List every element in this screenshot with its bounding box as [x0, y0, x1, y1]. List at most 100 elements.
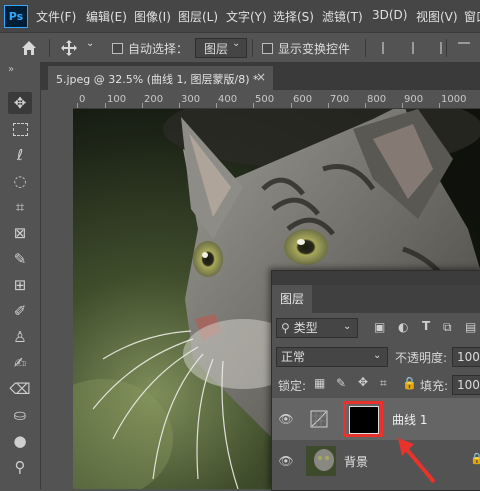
align-right-icon[interactable]: [428, 42, 442, 54]
align-center-icon[interactable]: [406, 42, 414, 54]
ruler-label: 0: [79, 94, 86, 105]
layers-panel-header[interactable]: [272, 271, 480, 285]
horizontal-ruler: 0 100 200 300 400 500 600 700 800 900 10…: [57, 92, 480, 109]
ruler-label: 900: [404, 94, 424, 105]
type-filter-icon[interactable]: T: [422, 319, 430, 333]
close-icon[interactable]: ×: [256, 70, 266, 84]
chevron-down-icon: ⌄: [343, 321, 352, 332]
blur-tool-icon[interactable]: ●: [8, 430, 32, 452]
history-brush-tool-icon[interactable]: ✍: [8, 352, 32, 374]
options-bar: ⌄ 自动选择： 图层 ⌄ 显示变换控件: [0, 32, 480, 64]
ruler-label: 300: [181, 94, 201, 105]
chevron-down-icon[interactable]: ⌄: [86, 38, 94, 49]
opacity-input[interactable]: 100%: [452, 347, 480, 367]
mask-highlight-box: [343, 401, 383, 437]
marquee-tool-icon[interactable]: [8, 118, 32, 140]
lock-icon: 🔒: [470, 452, 480, 465]
menu-edit[interactable]: 编辑(E): [86, 8, 127, 25]
chevron-down-icon: ⌄: [373, 350, 382, 361]
fill-input[interactable]: 100%: [452, 375, 480, 395]
auto-select-label: 自动选择：: [128, 42, 189, 56]
lock-all-icon[interactable]: 🔒: [402, 376, 417, 390]
align-top-icon[interactable]: [458, 42, 470, 54]
layer-select-dropdown[interactable]: 图层 ⌄: [195, 38, 247, 58]
lasso-tool-icon[interactable]: ℓ: [8, 144, 32, 166]
search-icon: ⚲: [281, 321, 294, 335]
layer-select-value: 图层: [204, 42, 229, 56]
ruler-label: 200: [144, 94, 164, 105]
collapse-panel-icon[interactable]: »: [8, 64, 14, 75]
paint-bucket-tool-icon[interactable]: ⛀: [8, 404, 32, 426]
move-tool-icon[interactable]: ✥: [8, 92, 32, 114]
crop-tool-icon[interactable]: ⌗: [8, 196, 32, 218]
opacity-label: 不透明度:: [395, 351, 448, 365]
ruler-label: 700: [330, 94, 350, 105]
menu-filter[interactable]: 滤镜(T): [322, 8, 363, 25]
adjustment-filter-icon[interactable]: ◐: [398, 320, 408, 334]
menu-view[interactable]: 视图(V): [416, 8, 458, 25]
layer-thumbnail: [306, 446, 336, 476]
menu-bar: Ps 文件(F) 编辑(E) 图像(I) 图层(L) 文字(Y) 选择(S) 滤…: [0, 0, 480, 32]
show-transform-checkbox[interactable]: [262, 43, 273, 54]
layers-panel: 图层 ⚲ 类型 ⌄ ▣ ◐ T ⧉ ▤ 正常 ⌄ 不透明度: 100% 锁定: …: [271, 270, 480, 491]
layer-name[interactable]: 曲线 1: [392, 411, 427, 428]
align-left-icon[interactable]: [382, 42, 396, 54]
document-tab[interactable]: 5.jpeg @ 32.5% (曲线 1, 图层蒙版/8) * ×: [48, 66, 273, 90]
layer-mask-thumbnail[interactable]: [349, 406, 379, 434]
ruler-label: 800: [367, 94, 387, 105]
healing-brush-tool-icon[interactable]: ⊞: [8, 274, 32, 296]
lock-transparent-icon[interactable]: ▦: [314, 376, 325, 390]
curves-adjustment-icon: [310, 410, 328, 428]
tools-panel: » ✥ ℓ ◌ ⌗ ⊠ ✎ ⊞ ✐ ♙ ✍ ⌫ ⛀ ● ⚲: [0, 62, 41, 489]
lock-artboard-icon[interactable]: ⌗: [380, 376, 387, 391]
menu-type[interactable]: 文字(Y): [226, 8, 267, 25]
layer-row-background[interactable]: 👁 背景 🔒: [272, 443, 480, 479]
move-tool-icon[interactable]: [60, 39, 78, 57]
layer-filter-dropdown[interactable]: ⚲ 类型 ⌄: [276, 318, 358, 338]
visibility-eye-icon[interactable]: 👁: [278, 453, 294, 469]
layer-row-curves-1[interactable]: 👁 曲线 1: [272, 398, 480, 440]
divider: [49, 39, 50, 57]
visibility-eye-icon[interactable]: 👁: [278, 411, 294, 427]
lock-label: 锁定:: [278, 379, 307, 393]
lock-image-icon[interactable]: ✎: [336, 376, 346, 390]
tab-layers[interactable]: 图层: [272, 285, 312, 313]
smart-object-filter-icon[interactable]: ▤: [465, 320, 476, 334]
menu-window[interactable]: 窗口: [464, 8, 480, 25]
divider: [252, 39, 253, 57]
brush-tool-icon[interactable]: ✐: [8, 300, 32, 322]
eyedropper-tool-icon[interactable]: ✎: [8, 248, 32, 270]
divider: [446, 39, 447, 57]
dodge-tool-icon[interactable]: ⚲: [8, 456, 32, 478]
ruler-label: 100: [107, 94, 127, 105]
ruler-label: 600: [293, 94, 313, 105]
eraser-tool-icon[interactable]: ⌫: [8, 378, 32, 400]
shape-filter-icon[interactable]: ⧉: [443, 320, 452, 335]
ruler-label: 400: [218, 94, 238, 105]
chevron-down-icon: ⌄: [232, 38, 241, 49]
lock-position-icon[interactable]: ✥: [358, 375, 368, 389]
blend-mode-value: 正常: [281, 350, 306, 364]
ruler-label: 500: [255, 94, 275, 105]
quick-selection-tool-icon[interactable]: ◌: [8, 170, 32, 192]
show-transform-label: 显示变换控件: [278, 42, 351, 56]
blend-mode-dropdown[interactable]: 正常 ⌄: [276, 347, 388, 367]
clone-stamp-tool-icon[interactable]: ♙: [8, 326, 32, 348]
layers-panel-tab-row: 图层: [272, 285, 480, 313]
vertical-ruler: [57, 108, 74, 489]
menu-3d[interactable]: 3D(D): [372, 8, 407, 22]
pixel-filter-icon[interactable]: ▣: [374, 320, 385, 334]
ruler-label: 1000: [441, 94, 467, 105]
home-icon[interactable]: [20, 39, 38, 57]
layer-name[interactable]: 背景: [344, 453, 368, 470]
menu-file[interactable]: 文件(F): [36, 8, 76, 25]
divider: [365, 39, 366, 57]
auto-select-checkbox[interactable]: [112, 43, 123, 54]
fill-label: 填充:: [420, 379, 449, 393]
layer-filter-value: 类型: [293, 321, 318, 335]
frame-tool-icon[interactable]: ⊠: [8, 222, 32, 244]
menu-layer[interactable]: 图层(L): [178, 8, 218, 25]
menu-image[interactable]: 图像(I): [134, 8, 171, 25]
document-tab-title: 5.jpeg @ 32.5% (曲线 1, 图层蒙版/8) *: [56, 73, 259, 86]
menu-select[interactable]: 选择(S): [273, 8, 314, 25]
